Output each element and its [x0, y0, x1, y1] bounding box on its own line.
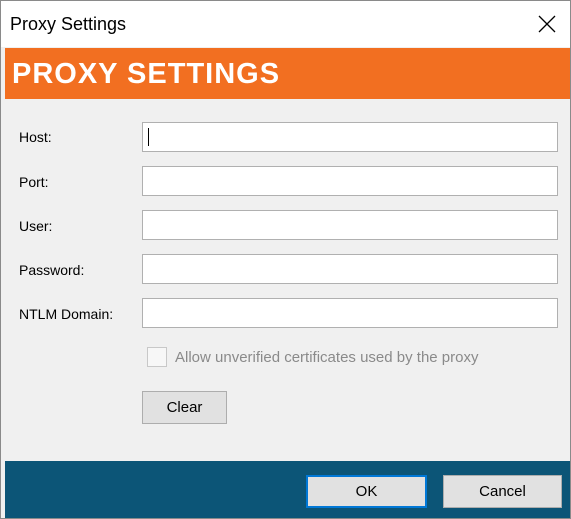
window-title: Proxy Settings	[10, 14, 127, 34]
password-label: Password:	[19, 262, 85, 278]
host-input[interactable]	[142, 122, 558, 152]
close-icon	[538, 15, 556, 33]
proxy-settings-dialog: Proxy Settings PROXY SETTINGS Host: Port…	[0, 0, 571, 519]
port-input[interactable]	[142, 166, 558, 196]
host-label: Host:	[19, 129, 52, 145]
port-label: Port:	[19, 174, 49, 190]
clear-button[interactable]: Clear	[142, 391, 227, 424]
title-bar: Proxy Settings	[1, 1, 570, 47]
allow-unverified-row: Allow unverified certificates used by th…	[147, 347, 478, 367]
allow-unverified-label: Allow unverified certificates used by th…	[175, 348, 479, 366]
allow-unverified-checkbox[interactable]	[147, 347, 167, 367]
user-input[interactable]	[142, 210, 558, 240]
password-input[interactable]	[142, 254, 558, 284]
banner-title: PROXY SETTINGS	[12, 58, 281, 90]
ntlm-domain-input[interactable]	[142, 298, 558, 328]
ntlm-domain-label: NTLM Domain:	[19, 306, 114, 322]
close-button[interactable]	[524, 1, 570, 47]
header-banner: PROXY SETTINGS	[5, 48, 570, 99]
cancel-button[interactable]: Cancel	[443, 475, 562, 508]
ok-button[interactable]: OK	[306, 475, 427, 508]
text-caret	[148, 128, 149, 146]
user-label: User:	[19, 218, 53, 234]
